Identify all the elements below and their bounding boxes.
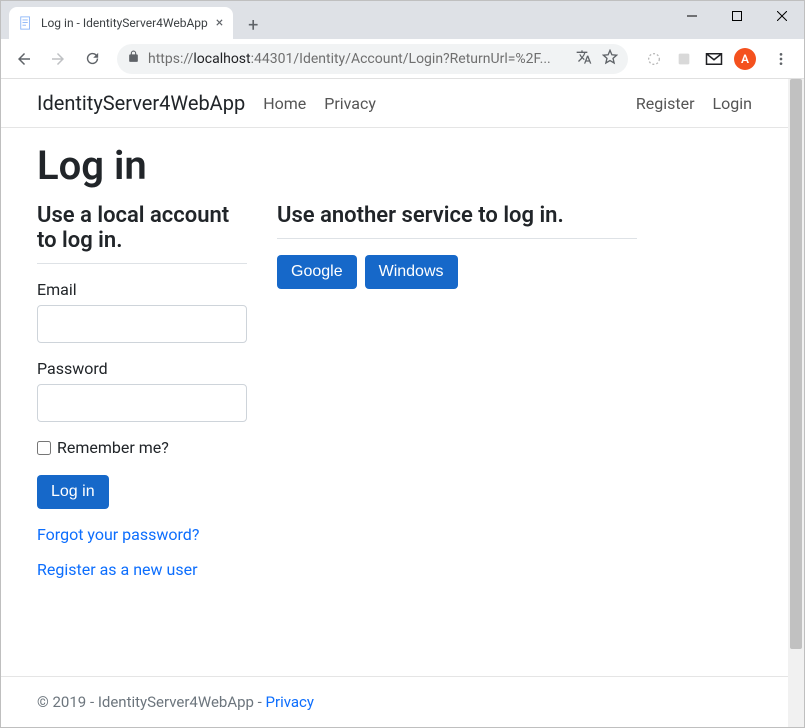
url-prefix: https:// — [148, 51, 193, 67]
back-button[interactable] — [9, 44, 39, 74]
url-host: localhost — [193, 51, 250, 67]
lock-icon — [127, 50, 140, 67]
external-provider-google[interactable]: Google — [277, 255, 357, 289]
nav-right: Register Login — [636, 94, 752, 113]
external-provider-windows[interactable]: Windows — [365, 255, 458, 289]
password-label: Password — [37, 359, 247, 378]
minimize-button[interactable] — [669, 1, 714, 31]
footer-text: © 2019 - IdentityServer4WebApp - — [37, 693, 266, 711]
star-icon[interactable] — [602, 49, 618, 69]
vertical-scrollbar[interactable] — [788, 79, 804, 727]
remember-checkbox[interactable] — [37, 441, 51, 455]
nav-link-privacy[interactable]: Privacy — [324, 94, 376, 113]
page-footer: © 2019 - IdentityServer4WebApp - Privacy — [1, 676, 788, 727]
password-input[interactable] — [37, 384, 247, 422]
page: IdentityServer4WebApp Home Privacy Regis… — [1, 79, 788, 727]
brand-link[interactable]: IdentityServer4WebApp — [37, 91, 245, 115]
email-input[interactable] — [37, 305, 247, 343]
avatar[interactable]: A — [734, 48, 756, 70]
titlebar: Log in - IdentityServer4WebApp × + — [1, 1, 804, 39]
page-title: Log in — [37, 142, 752, 189]
remember-check: Remember me? — [37, 438, 247, 457]
footer-privacy-link[interactable]: Privacy — [266, 693, 314, 711]
email-label: Email — [37, 280, 247, 299]
extension-icon[interactable] — [644, 49, 664, 69]
viewport: IdentityServer4WebApp Home Privacy Regis… — [1, 79, 804, 727]
tab-strip: Log in - IdentityServer4WebApp × + — [1, 1, 267, 39]
url-rest: :44301/Identity/Account/Login?ReturnUrl=… — [251, 51, 551, 67]
register-new-user-link[interactable]: Register as a new user — [37, 560, 197, 579]
plus-icon: + — [248, 15, 258, 36]
nav-left: IdentityServer4WebApp Home Privacy — [37, 91, 376, 115]
external-provider-row: Google Windows — [277, 255, 637, 289]
forgot-password-link[interactable]: Forgot your password? — [37, 525, 199, 544]
forward-button[interactable] — [43, 44, 73, 74]
columns-row: Use a local account to log in. Email Pas… — [37, 203, 752, 579]
new-tab-button[interactable]: + — [239, 11, 267, 39]
browser-chrome: Log in - IdentityServer4WebApp × + — [1, 1, 804, 79]
reload-button[interactable] — [77, 44, 107, 74]
extensions-row: A — [644, 44, 796, 74]
local-login-column: Use a local account to log in. Email Pas… — [37, 203, 247, 579]
nav-link-login[interactable]: Login — [713, 94, 752, 113]
browser-toolbar: https://localhost:44301/Identity/Account… — [1, 39, 804, 79]
tab-favicon-icon — [19, 16, 33, 30]
external-login-column: Use another service to log in. Google Wi… — [277, 203, 637, 579]
extension-icon[interactable] — [674, 49, 694, 69]
close-window-button[interactable] — [759, 1, 804, 31]
password-group: Password — [37, 359, 247, 422]
close-icon[interactable]: × — [216, 15, 223, 31]
address-bar[interactable]: https://localhost:44301/Identity/Account… — [117, 44, 628, 74]
avatar-initial: A — [741, 52, 749, 66]
tab-title: Log in - IdentityServer4WebApp — [41, 16, 208, 30]
main-container: Log in Use a local account to log in. Em… — [1, 128, 788, 676]
login-button[interactable]: Log in — [37, 475, 109, 509]
omnibox-actions — [576, 49, 618, 69]
external-login-heading: Use another service to log in. — [277, 203, 637, 228]
url-text: https://localhost:44301/Identity/Account… — [148, 51, 568, 67]
window-controls — [669, 1, 804, 31]
scrollbar-thumb[interactable] — [790, 79, 802, 649]
local-login-heading: Use a local account to log in. — [37, 203, 247, 253]
nav-link-register[interactable]: Register — [636, 94, 695, 113]
browser-tab[interactable]: Log in - IdentityServer4WebApp × — [9, 7, 233, 39]
divider — [277, 238, 637, 239]
gmail-icon[interactable] — [704, 49, 724, 69]
menu-button[interactable] — [766, 44, 796, 74]
divider — [37, 263, 247, 264]
maximize-button[interactable] — [714, 1, 759, 31]
email-group: Email — [37, 280, 247, 343]
navbar: IdentityServer4WebApp Home Privacy Regis… — [1, 79, 788, 128]
remember-label: Remember me? — [57, 438, 169, 457]
nav-link-home[interactable]: Home — [263, 94, 306, 113]
translate-icon[interactable] — [576, 49, 592, 69]
